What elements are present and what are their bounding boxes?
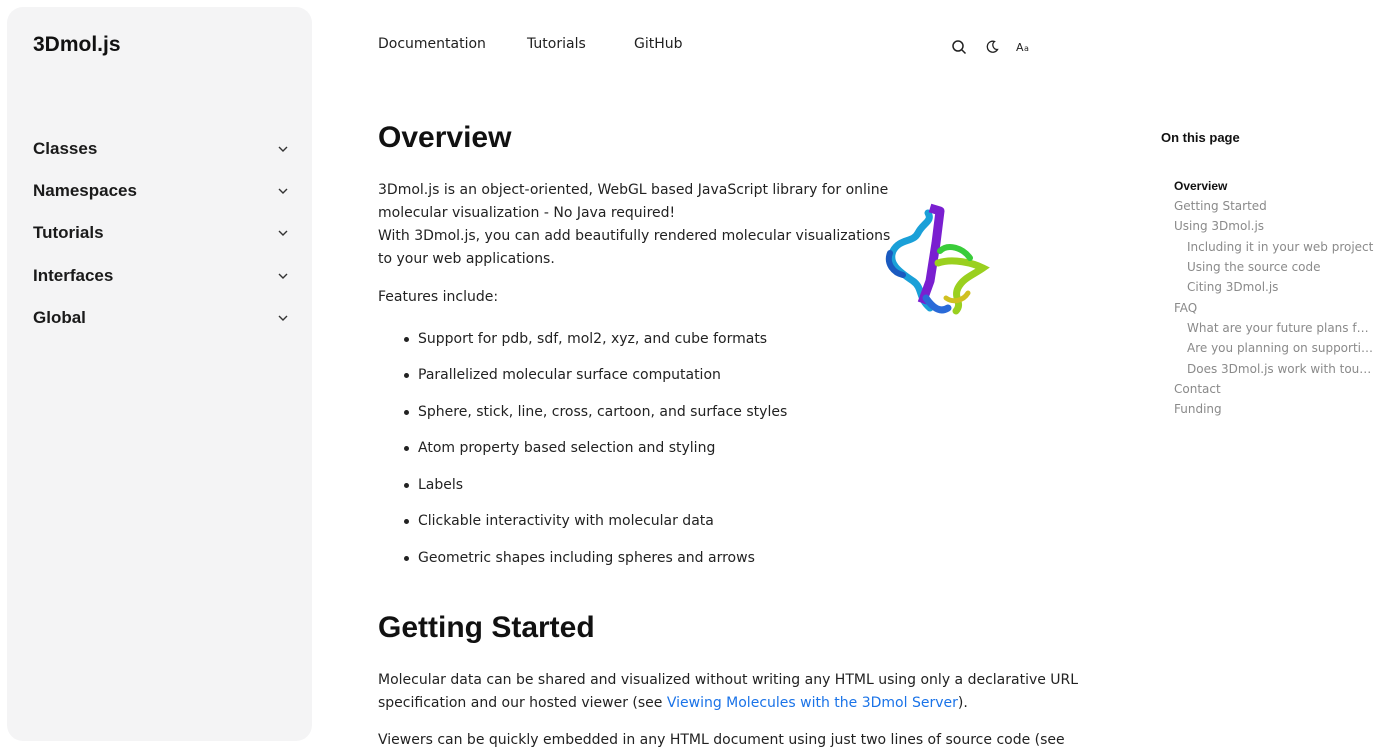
sidebar-group-global[interactable]: Global: [33, 303, 289, 333]
link-viewing-molecules[interactable]: Viewing Molecules with the 3Dmol Server: [667, 695, 958, 711]
sidebar-group-label: Global: [33, 308, 86, 327]
paragraph-line: specification and our hosted viewer (see…: [378, 692, 1078, 715]
chevron-down-icon: [277, 270, 289, 282]
intro-line: With 3Dmol.js, you can add beautifully r…: [378, 228, 891, 244]
intro-line: molecular visualization - No Java requir…: [378, 205, 676, 221]
font-size-icon[interactable]: Aa: [1016, 38, 1034, 56]
list-item: Sphere, stick, line, cross, cartoon, and…: [404, 404, 787, 420]
heading-getting-started: Getting Started: [378, 611, 595, 644]
bullet-dot: [404, 409, 409, 415]
list-item: Clickable interactivity with molecular d…: [404, 513, 714, 529]
sidebar-group-interfaces[interactable]: Interfaces: [33, 261, 289, 291]
feature-text: Parallelized molecular surface computati…: [418, 367, 721, 383]
feature-text: Atom property based selection and stylin…: [418, 440, 716, 456]
getting-started-paragraph: Molecular data can be shared and visuali…: [378, 669, 1078, 715]
feature-text: Clickable interactivity with molecular d…: [418, 513, 714, 529]
site-logo[interactable]: 3Dmol.js: [33, 33, 121, 57]
sidebar: [7, 7, 312, 741]
feature-text: Support for pdb, sdf, mol2, xyz, and cub…: [418, 331, 768, 347]
toc-item-future-plans[interactable]: What are your future plans for 3…: [1187, 321, 1373, 335]
toc-item-getting-started[interactable]: Getting Started: [1174, 199, 1374, 213]
toc-item-citing[interactable]: Citing 3Dmol.js: [1187, 280, 1377, 294]
sidebar-group-label: Classes: [33, 139, 98, 158]
sidebar-group-label: Interfaces: [33, 266, 114, 285]
list-item: Support for pdb, sdf, mol2, xyz, and cub…: [404, 331, 767, 347]
nav-link-github[interactable]: GitHub: [634, 36, 683, 52]
toc-item-source-code[interactable]: Using the source code: [1187, 260, 1377, 274]
dark-mode-icon[interactable]: [983, 38, 1001, 56]
toc-item-funding[interactable]: Funding: [1174, 402, 1374, 416]
toc-item-faq[interactable]: FAQ: [1174, 301, 1374, 315]
paragraph-text: specification and our hosted viewer (see: [378, 695, 667, 711]
paragraph-line: Molecular data can be shared and visuali…: [378, 672, 1079, 688]
toc-item-using-3dmol[interactable]: Using 3Dmol.js: [1174, 219, 1374, 233]
feature-text: Labels: [418, 477, 464, 493]
nav-link-tutorials[interactable]: Tutorials: [527, 36, 586, 52]
list-item: Geometric shapes including spheres and a…: [404, 550, 755, 566]
sidebar-group-classes[interactable]: Classes: [33, 134, 289, 164]
bullet-dot: [404, 445, 409, 451]
toc-title: On this page: [1161, 130, 1240, 145]
chevron-down-icon: [277, 185, 289, 197]
sidebar-group-label: Namespaces: [33, 181, 137, 200]
list-item: Atom property based selection and stylin…: [404, 440, 715, 456]
sidebar-group-tutorials[interactable]: Tutorials: [33, 218, 289, 248]
feature-text: Sphere, stick, line, cross, cartoon, and…: [418, 404, 788, 420]
bullet-dot: [404, 372, 409, 378]
toc-item-overview[interactable]: Overview: [1174, 179, 1374, 193]
search-icon[interactable]: [950, 38, 968, 56]
paragraph-text: ).: [957, 695, 968, 711]
toc-item-contact[interactable]: Contact: [1174, 382, 1374, 396]
svg-text:A: A: [1016, 41, 1024, 54]
heading-overview: Overview: [378, 121, 512, 154]
feature-text: Geometric shapes including spheres and a…: [418, 550, 755, 566]
toc-item-including[interactable]: Including it in your web project: [1187, 240, 1377, 254]
bullet-dot: [404, 336, 409, 342]
list-item: Labels: [404, 477, 463, 493]
bullet-dot: [404, 482, 409, 488]
nav-link-documentation[interactable]: Documentation: [378, 36, 486, 52]
toc-item-supporting[interactable]: Are you planning on supporting …: [1187, 341, 1373, 355]
intro-line: 3Dmol.js is an object-oriented, WebGL ba…: [378, 182, 889, 198]
intro-paragraph: 3Dmol.js is an object-oriented, WebGL ba…: [378, 179, 890, 271]
chevron-down-icon: [277, 227, 289, 239]
intro-line: to your web applications.: [378, 251, 555, 267]
sidebar-group-label: Tutorials: [33, 223, 104, 242]
svg-text:a: a: [1024, 44, 1029, 53]
chevron-down-icon: [277, 143, 289, 155]
features-label: Features include:: [378, 289, 499, 305]
bullet-dot: [404, 518, 409, 524]
toc-item-touch[interactable]: Does 3Dmol.js work with touch …: [1187, 362, 1373, 376]
embedding-paragraph: Viewers can be quickly embedded in any H…: [378, 732, 1065, 748]
list-item: Parallelized molecular surface computati…: [404, 367, 721, 383]
bullet-dot: [404, 555, 409, 561]
sidebar-group-namespaces[interactable]: Namespaces: [33, 176, 289, 206]
protein-ribbon-image: [885, 203, 990, 315]
chevron-down-icon: [277, 312, 289, 324]
